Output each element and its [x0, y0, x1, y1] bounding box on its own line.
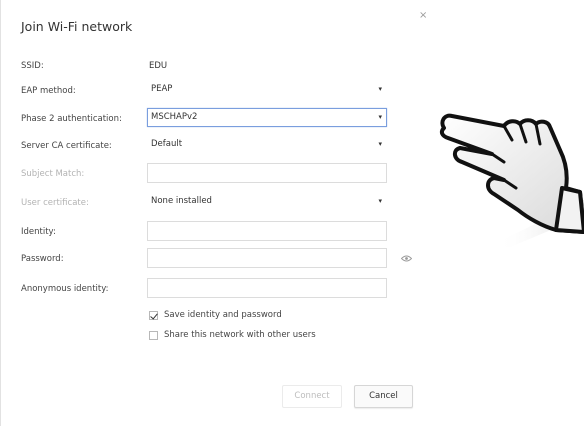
- anonymous-identity-input[interactable]: [147, 278, 387, 298]
- connect-button[interactable]: Connect: [282, 385, 342, 408]
- ssid-value: EDU: [149, 61, 168, 71]
- phase2-auth-value: MSCHAPv2: [151, 112, 198, 122]
- subject-match-input[interactable]: [147, 163, 387, 183]
- password-input[interactable]: [147, 248, 387, 268]
- join-wifi-dialog: Join Wi-Fi network × SSID: EDU EAP metho…: [0, 0, 437, 426]
- share-network-checkbox-row[interactable]: Share this network with other users: [149, 330, 316, 340]
- server-ca-label: Server CA certificate:: [21, 141, 112, 151]
- share-network-checkbox[interactable]: [149, 330, 158, 340]
- chevron-down-icon: ▾: [378, 140, 382, 148]
- user-certificate-value: None installed: [151, 196, 212, 206]
- eye-icon[interactable]: [401, 255, 412, 262]
- ssid-label: SSID:: [21, 61, 44, 71]
- save-identity-label: Save identity and password: [164, 310, 282, 320]
- hand-pointer-icon: [439, 113, 584, 248]
- chevron-down-icon: ▾: [378, 197, 382, 205]
- close-icon[interactable]: ×: [419, 10, 427, 21]
- share-network-label: Share this network with other users: [164, 330, 316, 340]
- anonymous-identity-label: Anonymous identity:: [21, 284, 109, 294]
- chevron-down-icon: ▾: [378, 113, 382, 121]
- chevron-down-icon: ▾: [378, 85, 382, 93]
- subject-match-label: Subject Match:: [21, 169, 85, 179]
- save-identity-checkbox[interactable]: [149, 310, 158, 320]
- server-ca-select[interactable]: Default ▾: [147, 135, 387, 154]
- eap-method-select[interactable]: PEAP ▾: [147, 80, 387, 99]
- identity-label: Identity:: [21, 227, 56, 237]
- identity-input[interactable]: [147, 221, 387, 241]
- password-label: Password:: [21, 254, 64, 264]
- phase2-auth-label: Phase 2 authentication:: [21, 114, 122, 124]
- eap-method-value: PEAP: [151, 84, 173, 94]
- eap-method-label: EAP method:: [21, 86, 76, 96]
- user-certificate-label: User certificate:: [21, 198, 89, 208]
- phase2-auth-select[interactable]: MSCHAPv2 ▾: [147, 108, 387, 127]
- server-ca-value: Default: [151, 139, 183, 149]
- save-identity-checkbox-row[interactable]: Save identity and password: [149, 310, 282, 320]
- user-certificate-select[interactable]: None installed ▾: [147, 192, 387, 211]
- dialog-title: Join Wi-Fi network: [21, 19, 133, 34]
- cancel-button[interactable]: Cancel: [354, 385, 413, 408]
